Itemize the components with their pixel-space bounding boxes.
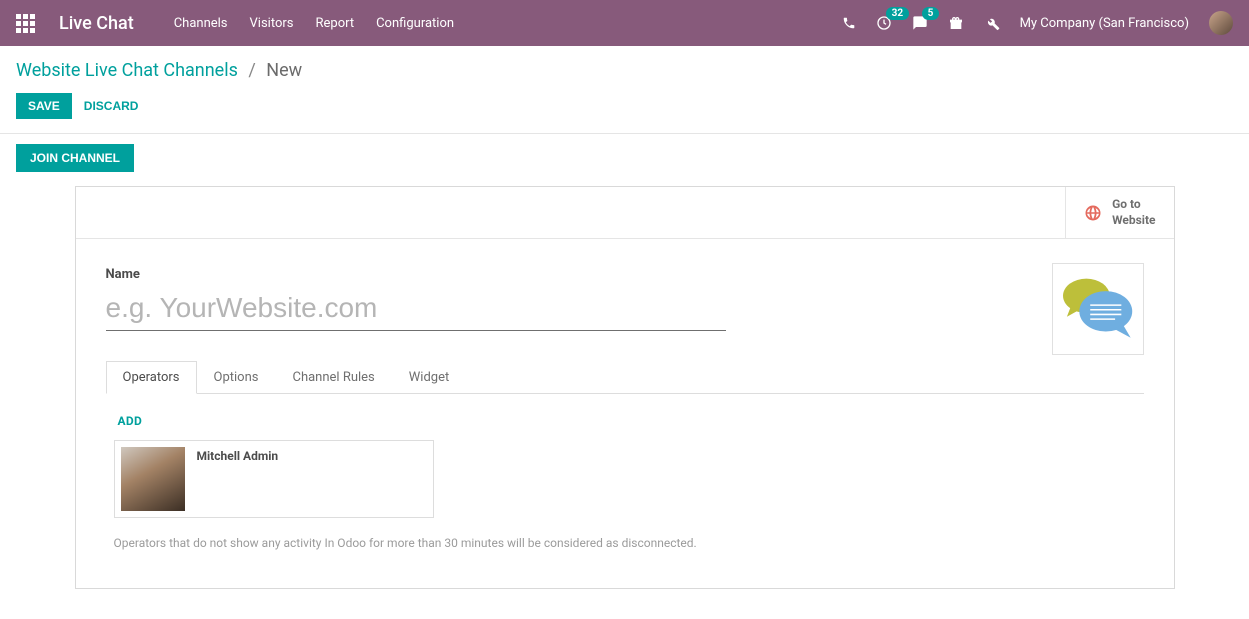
tab-operators[interactable]: Operators	[106, 361, 197, 394]
menu-configuration[interactable]: Configuration	[376, 16, 454, 31]
operator-card[interactable]: Mitchell Admin	[114, 440, 434, 518]
breadcrumb-separator: /	[248, 60, 255, 81]
operator-photo	[121, 447, 185, 511]
name-input[interactable]	[106, 288, 726, 331]
tab-channel-rules[interactable]: Channel Rules	[275, 361, 391, 394]
menu-channels[interactable]: Channels	[174, 16, 228, 31]
tab-content-operators: ADD Mitchell Admin Operators that do not…	[106, 394, 1144, 560]
top-nav: Live Chat Channels Visitors Report Confi…	[0, 0, 1249, 46]
form-sheet: Go to Website Na	[75, 186, 1175, 589]
discard-button[interactable]: DISCARD	[84, 99, 139, 113]
app-brand[interactable]: Live Chat	[59, 13, 134, 34]
menu-report[interactable]: Report	[316, 16, 355, 31]
tools-icon[interactable]	[984, 15, 1000, 31]
breadcrumb-root[interactable]: Website Live Chat Channels	[16, 60, 238, 81]
go-to-website-button[interactable]: Go to Website	[1065, 187, 1173, 238]
activity-icon[interactable]: 32	[876, 15, 892, 31]
main-menu: Channels Visitors Report Configuration	[174, 16, 454, 31]
chat-bubbles-icon	[1059, 274, 1137, 344]
nav-right: 32 5 My Company (San Francisco)	[842, 11, 1233, 35]
tab-options[interactable]: Options	[197, 361, 276, 394]
user-avatar[interactable]	[1209, 11, 1233, 35]
operators-help-text: Operators that do not show any activity …	[114, 536, 1136, 550]
globe-icon	[1084, 204, 1102, 222]
tabs: Operators Options Channel Rules Widget	[106, 361, 1144, 394]
breadcrumb-current: New	[266, 60, 302, 81]
breadcrumb: Website Live Chat Channels / New	[0, 46, 1249, 85]
gift-icon[interactable]	[948, 15, 964, 31]
operator-name: Mitchell Admin	[197, 447, 279, 463]
go-to-website-label-2: Website	[1112, 213, 1155, 229]
menu-visitors[interactable]: Visitors	[250, 16, 294, 31]
go-to-website-label-1: Go to	[1112, 197, 1155, 213]
apps-icon[interactable]	[16, 14, 35, 33]
activity-badge: 32	[886, 7, 909, 20]
action-bar: SAVE DISCARD	[0, 85, 1249, 134]
join-channel-button[interactable]: JOIN CHANNEL	[16, 144, 134, 172]
messages-badge: 5	[922, 7, 940, 20]
join-row: JOIN CHANNEL	[0, 134, 1249, 172]
tab-widget[interactable]: Widget	[392, 361, 466, 394]
messages-icon[interactable]: 5	[912, 15, 928, 31]
add-operator-button[interactable]: ADD	[118, 414, 143, 428]
name-label: Name	[106, 267, 726, 282]
phone-icon[interactable]	[842, 16, 856, 30]
channel-image[interactable]	[1052, 263, 1144, 355]
company-selector[interactable]: My Company (San Francisco)	[1020, 16, 1189, 31]
save-button[interactable]: SAVE	[16, 93, 72, 119]
